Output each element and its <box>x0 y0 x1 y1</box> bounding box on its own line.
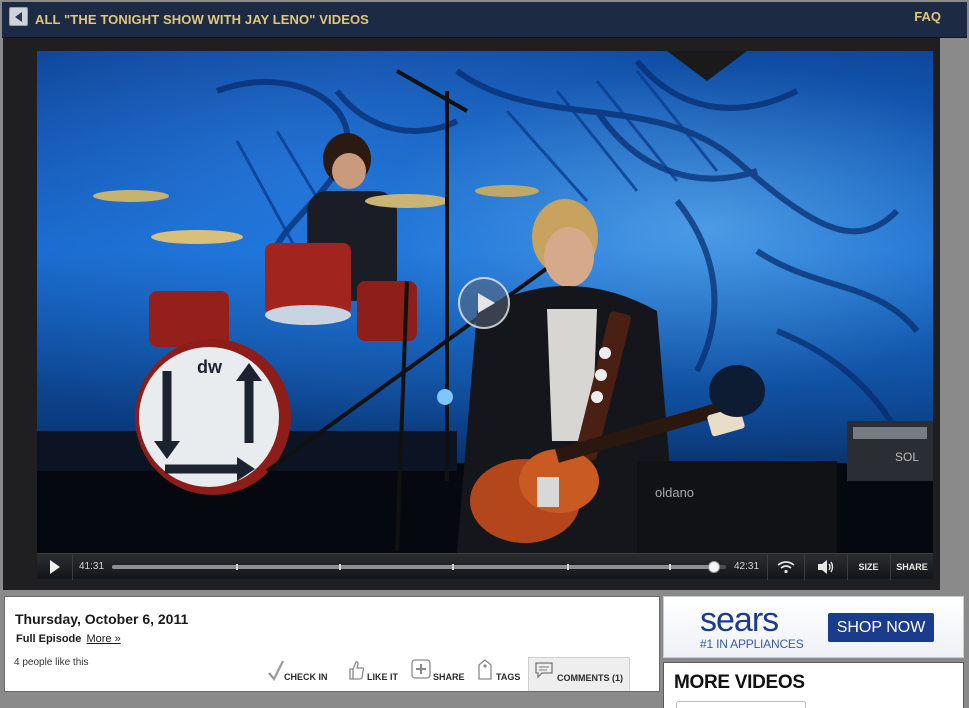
comments-tab[interactable]: COMMENTS (1) <box>528 657 630 691</box>
total-time: 42:31 <box>734 561 760 572</box>
check-in-label: CHECK IN <box>284 672 328 682</box>
share-plus-icon <box>411 659 431 679</box>
seek-bar[interactable] <box>112 561 726 573</box>
tags-button[interactable]: TAGS <box>475 659 525 685</box>
episode-label: Full Episode <box>16 633 82 645</box>
seek-bar-fill <box>112 565 714 569</box>
video-screen[interactable]: dw SOL oldano <box>37 51 933 553</box>
sears-tagline: #1 IN APPLIANCES <box>700 637 804 651</box>
like-count: 4 people like this <box>14 657 89 668</box>
chapter-marker <box>567 564 569 570</box>
episode-type: Full Episode More » <box>16 633 121 645</box>
faq-link[interactable]: FAQ <box>914 9 941 24</box>
check-in-button[interactable]: CHECK IN <box>267 659 335 685</box>
player-controls: 41:31 42:31 SIZE SHARE <box>37 553 933 580</box>
left-arrow-icon <box>15 12 22 22</box>
play-icon <box>50 560 60 574</box>
center-play-button[interactable] <box>458 277 510 329</box>
amp-brand-text: oldano <box>655 485 694 500</box>
shop-now-button[interactable]: SHOP NOW <box>828 613 934 642</box>
video-section-header: ALL "THE TONIGHT SHOW WITH JAY LENO" VID… <box>2 2 967 38</box>
episode-info-panel: Thursday, October 6, 2011 Full Episode M… <box>4 596 660 692</box>
checkmark-icon <box>268 660 284 681</box>
tags-label: TAGS <box>496 672 521 682</box>
thumbs-up-icon <box>349 661 365 680</box>
volume-button[interactable] <box>804 554 846 580</box>
sears-advertisement[interactable]: sears #1 IN APPLIANCES SHOP NOW <box>663 596 964 658</box>
episode-date: Thursday, October 6, 2011 <box>15 611 189 627</box>
more-link[interactable]: More » <box>86 633 120 645</box>
volume-icon <box>817 560 833 574</box>
speech-bubble-icon <box>535 662 553 679</box>
amp-badge-text: SOL <box>895 450 919 464</box>
more-videos-heading: MORE VIDEOS <box>674 672 805 693</box>
size-button[interactable]: SIZE <box>847 554 889 580</box>
wifi-button[interactable] <box>767 554 803 580</box>
sears-logo: sears <box>700 601 779 639</box>
play-icon <box>478 293 495 313</box>
chapter-marker <box>452 564 454 570</box>
tag-icon <box>478 659 492 680</box>
wifi-icon <box>777 561 794 574</box>
elapsed-time: 41:31 <box>79 561 105 572</box>
like-it-label: LIKE IT <box>367 672 398 682</box>
seek-bar-handle[interactable] <box>707 561 720 573</box>
chapter-marker <box>669 564 671 570</box>
chapter-marker <box>339 564 341 570</box>
like-it-button[interactable]: LIKE IT <box>347 659 405 685</box>
share-button[interactable]: SHARE <box>411 659 471 685</box>
comments-label: COMMENTS (1) <box>557 673 623 683</box>
more-videos-tab[interactable] <box>676 701 806 708</box>
play-button[interactable] <box>37 554 73 580</box>
back-button[interactable] <box>9 7 28 26</box>
drum-logo-text: dw <box>197 357 223 377</box>
share-label: SHARE <box>433 672 465 682</box>
more-videos-panel: MORE VIDEOS <box>663 662 964 708</box>
chapter-marker <box>236 564 238 570</box>
share-player-button[interactable]: SHARE <box>890 554 933 580</box>
all-videos-link[interactable]: ALL "THE TONIGHT SHOW WITH JAY LENO" VID… <box>35 12 369 27</box>
